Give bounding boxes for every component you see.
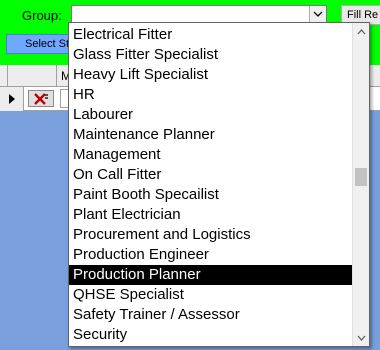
- list-item[interactable]: QHSE Specialist: [69, 285, 353, 305]
- list-item[interactable]: Paint Booth Specailist: [69, 185, 353, 205]
- scroll-up-arrow-icon: [357, 28, 365, 34]
- list-item[interactable]: Plant Electrician: [69, 205, 353, 225]
- list-item[interactable]: Electrical Fitter: [69, 25, 353, 45]
- group-combobox[interactable]: [71, 5, 327, 23]
- group-label: Group:: [22, 8, 62, 23]
- scroll-up-button[interactable]: [353, 23, 369, 40]
- list-item[interactable]: Security: [69, 325, 353, 345]
- list-item[interactable]: On Call Fitter: [69, 165, 353, 185]
- record-selector[interactable]: [0, 87, 24, 111]
- chevron-down-icon: [313, 11, 323, 17]
- list-item[interactable]: HR: [69, 85, 353, 105]
- delete-record-button[interactable]: [28, 90, 54, 107]
- record-pointer-icon: [8, 94, 15, 104]
- select-button[interactable]: Select St: [6, 34, 70, 54]
- combobox-dropdown-button[interactable]: [309, 6, 326, 22]
- list-item[interactable]: Maintenance Planner: [69, 125, 353, 145]
- list-item-selected[interactable]: Production Planner: [69, 265, 353, 285]
- list-item[interactable]: Heavy Lift Specialist: [69, 65, 353, 85]
- delete-icon: [34, 92, 48, 105]
- list-item[interactable]: Procurement and Logistics: [69, 225, 353, 245]
- list-item[interactable]: Glass Fitter Specialist: [69, 45, 353, 65]
- list-item[interactable]: Management: [69, 145, 353, 165]
- dropdown-options: Electrical Fitter Glass Fitter Specialis…: [69, 25, 353, 345]
- list-item[interactable]: Labourer: [69, 105, 353, 125]
- list-item[interactable]: Safety Trainer / Assessor: [69, 305, 353, 325]
- scroll-down-arrow-icon: [357, 335, 365, 341]
- grid-corner-cell: [0, 65, 8, 87]
- list-item[interactable]: Production Engineer: [69, 245, 353, 265]
- dropdown-scrollbar[interactable]: [352, 23, 369, 346]
- scrollbar-thumb[interactable]: [355, 168, 367, 186]
- group-dropdown-list[interactable]: Electrical Fitter Glass Fitter Specialis…: [68, 22, 370, 347]
- scroll-down-button[interactable]: [353, 329, 369, 346]
